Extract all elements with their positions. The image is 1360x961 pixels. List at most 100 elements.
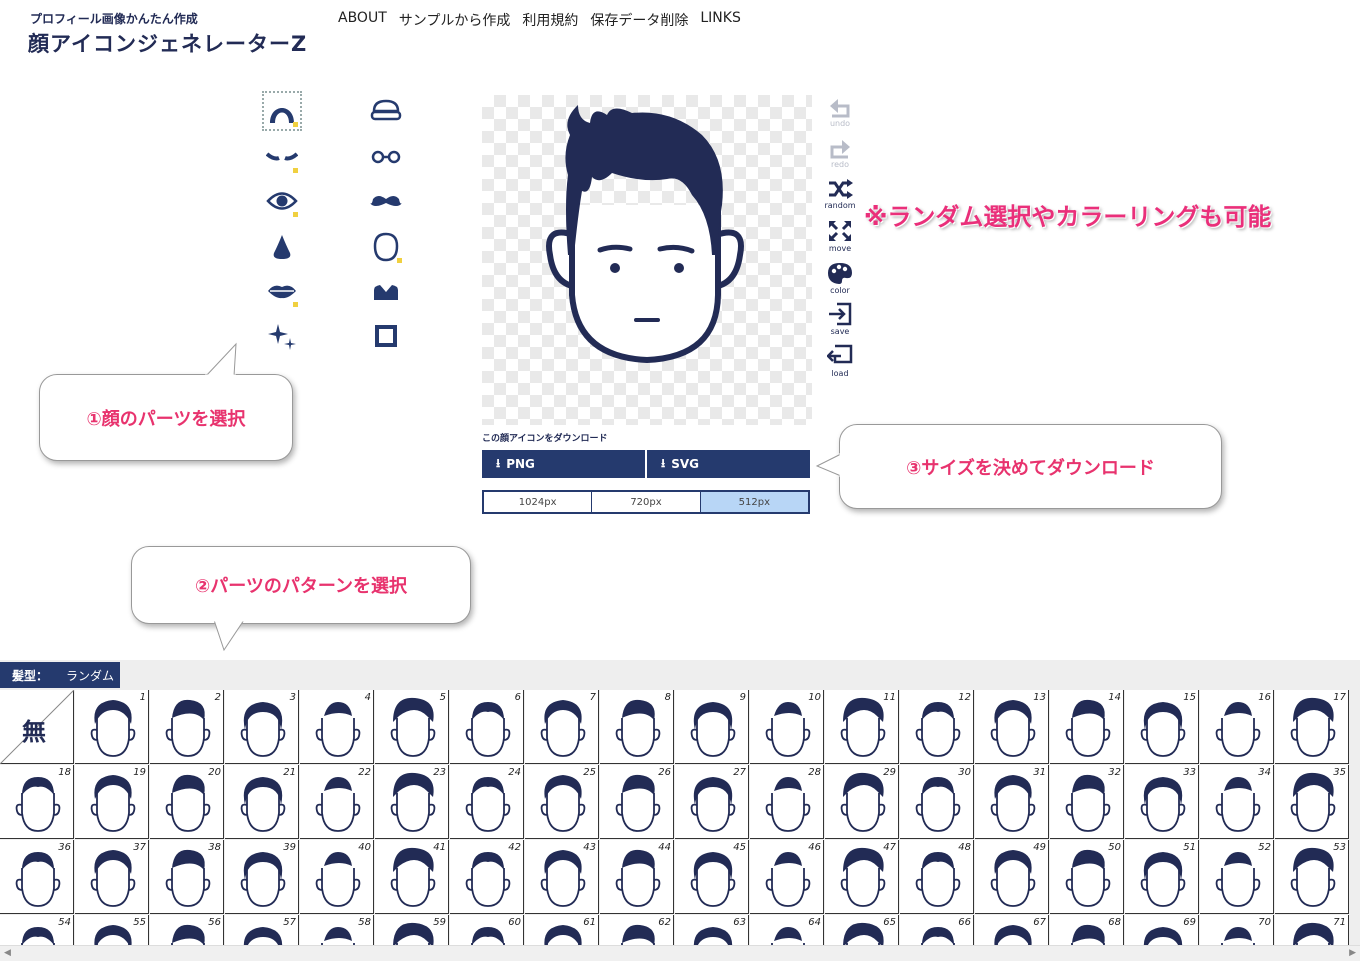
redo-button[interactable]: redo (824, 137, 856, 175)
hair-pattern-59[interactable]: 59 (375, 915, 449, 945)
size-1024[interactable]: 1024px (484, 492, 593, 512)
part-frame[interactable] (366, 316, 406, 356)
hair-pattern-5[interactable]: 5 (375, 690, 449, 764)
hair-pattern-26[interactable]: 26 (600, 765, 674, 839)
hair-pattern-14[interactable]: 14 (1050, 690, 1124, 764)
nav-sample[interactable]: サンプルから作成 (399, 10, 511, 30)
hair-pattern-49[interactable]: 49 (975, 840, 1049, 914)
hair-pattern-55[interactable]: 55 (75, 915, 149, 945)
hair-pattern-36[interactable]: 36 (0, 840, 74, 914)
hair-pattern-21[interactable]: 21 (225, 765, 299, 839)
part-effects[interactable] (262, 316, 302, 356)
hair-pattern-42[interactable]: 42 (450, 840, 524, 914)
hair-pattern-23[interactable]: 23 (375, 765, 449, 839)
nav-about[interactable]: ABOUT (338, 10, 387, 30)
hair-pattern-9[interactable]: 9 (675, 690, 749, 764)
hair-pattern-22[interactable]: 22 (300, 765, 374, 839)
hair-pattern-24[interactable]: 24 (450, 765, 524, 839)
hair-pattern-4[interactable]: 4 (300, 690, 374, 764)
hair-pattern-46[interactable]: 46 (750, 840, 824, 914)
hair-pattern-54[interactable]: 54 (0, 915, 74, 945)
hair-pattern-2[interactable]: 2 (150, 690, 224, 764)
hair-pattern-65[interactable]: 65 (825, 915, 899, 945)
move-button[interactable]: move (824, 219, 856, 257)
hair-pattern-62[interactable]: 62 (600, 915, 674, 945)
hair-pattern-64[interactable]: 64 (750, 915, 824, 945)
hair-pattern-1[interactable]: 1 (75, 690, 149, 764)
hair-pattern-51[interactable]: 51 (1125, 840, 1199, 914)
hair-pattern-11[interactable]: 11 (825, 690, 899, 764)
hair-pattern-37[interactable]: 37 (75, 840, 149, 914)
hair-pattern-29[interactable]: 29 (825, 765, 899, 839)
part-face-outline[interactable] (366, 227, 406, 267)
hair-pattern-71[interactable]: 71 (1275, 915, 1349, 945)
hair-pattern-70[interactable]: 70 (1200, 915, 1274, 945)
hair-pattern-60[interactable]: 60 (450, 915, 524, 945)
hair-pattern-69[interactable]: 69 (1125, 915, 1199, 945)
download-png-button[interactable]: ⭳ PNG (482, 450, 645, 478)
download-svg-button[interactable]: ⭳ SVG (647, 450, 810, 478)
size-512[interactable]: 512px (700, 492, 808, 512)
face-preview-canvas[interactable] (482, 95, 812, 425)
hair-pattern-3[interactable]: 3 (225, 690, 299, 764)
hair-pattern-33[interactable]: 33 (1125, 765, 1199, 839)
hair-pattern-40[interactable]: 40 (300, 840, 374, 914)
scroll-left-icon[interactable]: ◀ (4, 948, 11, 958)
part-hat[interactable] (366, 91, 406, 131)
hair-pattern-17[interactable]: 17 (1275, 690, 1349, 764)
hair-pattern-30[interactable]: 30 (900, 765, 974, 839)
hair-pattern-7[interactable]: 7 (525, 690, 599, 764)
hair-pattern-47[interactable]: 47 (825, 840, 899, 914)
nav-delete-data[interactable]: 保存データ削除 (590, 10, 688, 30)
nav-terms[interactable]: 利用規約 (522, 10, 578, 30)
hair-pattern-56[interactable]: 56 (150, 915, 224, 945)
hair-pattern-19[interactable]: 19 (75, 765, 149, 839)
hair-pattern-44[interactable]: 44 (600, 840, 674, 914)
hair-pattern-58[interactable]: 58 (300, 915, 374, 945)
site-logo[interactable]: 顔アイコンジェネレーターZ (28, 28, 307, 58)
hair-pattern-28[interactable]: 28 (750, 765, 824, 839)
scroll-right-icon[interactable]: ▶ (1349, 948, 1356, 958)
hair-pattern-43[interactable]: 43 (525, 840, 599, 914)
hair-pattern-50[interactable]: 50 (1050, 840, 1124, 914)
hair-pattern-12[interactable]: 12 (900, 690, 974, 764)
hair-pattern-15[interactable]: 15 (1125, 690, 1199, 764)
random-link[interactable]: ランダム (66, 667, 114, 684)
part-hair[interactable] (262, 91, 302, 131)
hair-pattern-10[interactable]: 10 (750, 690, 824, 764)
hair-pattern-41[interactable]: 41 (375, 840, 449, 914)
horizontal-scrollbar[interactable]: ◀ ▶ (0, 945, 1360, 961)
part-eyes[interactable] (262, 181, 302, 221)
part-mustache[interactable] (366, 181, 406, 221)
hair-pattern-53[interactable]: 53 (1275, 840, 1349, 914)
hair-pattern-39[interactable]: 39 (225, 840, 299, 914)
part-nose[interactable] (262, 227, 302, 267)
hair-pattern-34[interactable]: 34 (1200, 765, 1274, 839)
hair-pattern-68[interactable]: 68 (1050, 915, 1124, 945)
nav-links[interactable]: LINKS (700, 10, 740, 30)
part-mouth[interactable] (262, 271, 302, 311)
hair-pattern-57[interactable]: 57 (225, 915, 299, 945)
pattern-none[interactable]: 無 (0, 690, 74, 764)
part-eyebrows[interactable] (262, 137, 302, 177)
hair-pattern-27[interactable]: 27 (675, 765, 749, 839)
hair-pattern-38[interactable]: 38 (150, 840, 224, 914)
hair-pattern-20[interactable]: 20 (150, 765, 224, 839)
hair-pattern-45[interactable]: 45 (675, 840, 749, 914)
hair-pattern-63[interactable]: 63 (675, 915, 749, 945)
hair-pattern-18[interactable]: 18 (0, 765, 74, 839)
hair-pattern-25[interactable]: 25 (525, 765, 599, 839)
hair-pattern-8[interactable]: 8 (600, 690, 674, 764)
size-720[interactable]: 720px (592, 492, 701, 512)
color-button[interactable]: color (824, 261, 856, 299)
undo-button[interactable]: undo (824, 96, 856, 134)
hair-pattern-66[interactable]: 66 (900, 915, 974, 945)
hair-pattern-67[interactable]: 67 (975, 915, 1049, 945)
hair-pattern-52[interactable]: 52 (1200, 840, 1274, 914)
hair-pattern-13[interactable]: 13 (975, 690, 1049, 764)
hair-pattern-16[interactable]: 16 (1200, 690, 1274, 764)
part-clothes[interactable] (366, 271, 406, 311)
hair-pattern-32[interactable]: 32 (1050, 765, 1124, 839)
hair-pattern-35[interactable]: 35 (1275, 765, 1349, 839)
hair-pattern-31[interactable]: 31 (975, 765, 1049, 839)
